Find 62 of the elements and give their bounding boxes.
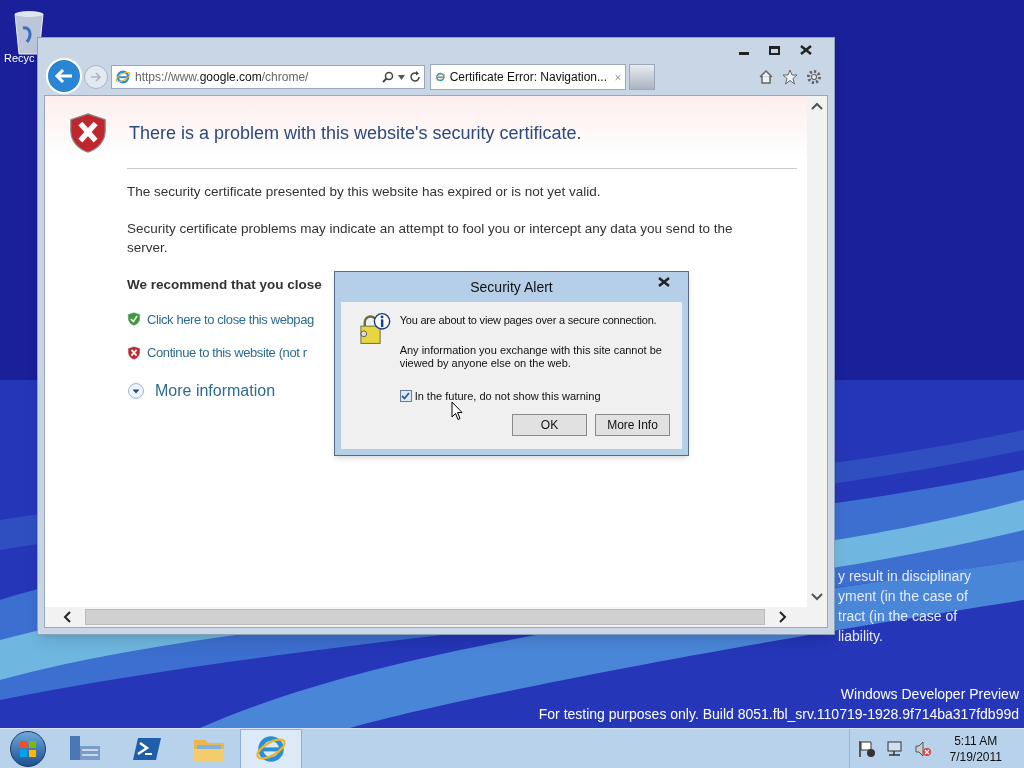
- scroll-right-icon[interactable]: [779, 611, 787, 623]
- checkmark-icon: [401, 391, 411, 400]
- scroll-left-icon[interactable]: [63, 611, 71, 623]
- error-heading: There is a problem with this website's security certificate.: [129, 121, 582, 145]
- check-shield-icon: [127, 312, 141, 327]
- search-icon[interactable]: [382, 71, 394, 83]
- flag-icon[interactable]: [857, 739, 876, 758]
- desktop-notice-text: y result in disciplinary: [838, 567, 972, 586]
- dropdown-caret-icon[interactable]: [398, 74, 405, 80]
- star-icon[interactable]: [782, 69, 798, 85]
- dialog-title: Security Alert: [470, 277, 553, 297]
- recommendation-text: We recommend that you close: [127, 276, 322, 295]
- build-info-text: For testing purposes only. Build 8051.fbl_srv.110719-1928.9f714ba317fdb99d: [538, 705, 1019, 724]
- expand-icon[interactable]: [127, 381, 145, 400]
- dialog-button[interactable]: More Info: [595, 414, 670, 436]
- terminal-icon: [132, 735, 162, 762]
- address-url[interactable]: https://www.google.com/chrome/: [135, 68, 309, 86]
- build-info-text: Windows Developer Preview: [840, 685, 1019, 704]
- desktop-notice-text: tract (in the case of: [838, 607, 959, 626]
- scroll-up-icon[interactable]: [811, 102, 823, 110]
- cross-shield-icon: [67, 112, 109, 154]
- padlock-info-icon: [359, 312, 392, 346]
- browser-tab[interactable]: Certificate Error: Navigation...: [430, 64, 626, 90]
- home-icon[interactable]: [758, 69, 774, 85]
- scrollbar-thumb[interactable]: [85, 609, 765, 625]
- forward-arrow-icon: [90, 72, 102, 82]
- action-link[interactable]: Continue to this website (not r: [147, 343, 307, 363]
- minimize-button[interactable]: [739, 51, 749, 55]
- desktop-icon-label[interactable]: Recyc: [4, 50, 35, 67]
- refresh-icon[interactable]: [409, 71, 421, 83]
- network-icon[interactable]: [885, 739, 904, 758]
- close-icon[interactable]: [658, 277, 670, 287]
- taskbar-app-button[interactable]: [240, 728, 302, 768]
- mouse-pointer-icon: [451, 401, 463, 421]
- more-information-link[interactable]: More information: [155, 378, 276, 403]
- error-description: The security certificate presented by this website has expired or is not yet valid.: [127, 183, 602, 201]
- address-bar[interactable]: https://www.google.com/chrome/: [111, 65, 425, 89]
- start-button[interactable]: [10, 730, 46, 767]
- maximize-button[interactable]: [769, 45, 780, 55]
- close-icon[interactable]: [800, 45, 812, 55]
- back-arrow-icon: [54, 68, 74, 84]
- horizontal-scrollbar[interactable]: [45, 607, 827, 627]
- clock-time[interactable]: 5:11 AM: [954, 732, 998, 749]
- back-button[interactable]: [46, 58, 82, 94]
- cross-shield-icon: [127, 345, 141, 360]
- settings-icon[interactable]: [806, 69, 822, 85]
- windows-logo-icon: [19, 739, 37, 758]
- dialog-detail: Any information you exchange with this site cannot be viewed by anyone else on the web.: [399, 343, 663, 370]
- scroll-down-icon[interactable]: [811, 593, 823, 601]
- dialog-button[interactable]: OK: [512, 414, 587, 436]
- action-link[interactable]: Click here to close this webpag: [147, 309, 314, 329]
- dialog-message: You are about to view pages over a secure connection.: [399, 313, 658, 328]
- desktop-notice-text: yment (in the case of: [838, 587, 969, 606]
- error-description: Security certificate problems may indicate an attempt to fool you or intercept any data you send to the server.: [127, 220, 734, 258]
- muted-speaker-icon[interactable]: [913, 739, 932, 758]
- site-icon: [115, 69, 131, 85]
- tab-title[interactable]: Certificate Error: Navigation...: [449, 68, 607, 86]
- checkbox-label[interactable]: In the future, do not show this warning: [414, 387, 601, 404]
- checkbox[interactable]: [399, 389, 412, 402]
- clock-date[interactable]: 7/19/2011: [949, 748, 1002, 765]
- vertical-scrollbar[interactable]: [807, 96, 827, 607]
- desktop-notice-text: liability.: [838, 627, 884, 646]
